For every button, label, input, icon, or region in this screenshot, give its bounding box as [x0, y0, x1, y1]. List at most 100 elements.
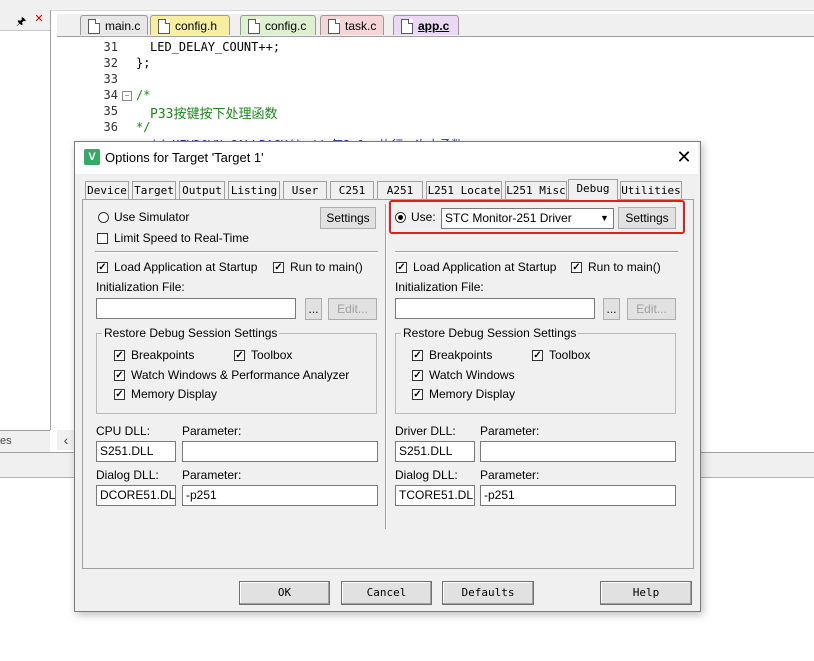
tab-device[interactable]: Device	[85, 181, 129, 199]
project-tab-label[interactable]: es	[0, 435, 12, 447]
load-app-checkbox[interactable]: ✓	[396, 262, 407, 273]
run-to-main-checkbox[interactable]: ✓	[273, 262, 284, 273]
defaults-button[interactable]: Defaults	[442, 581, 534, 605]
breakpoints-checkbox[interactable]: ✓	[412, 350, 423, 361]
chevron-down-icon[interactable]: ▼	[597, 210, 612, 227]
load-app-checkbox[interactable]: ✓	[97, 262, 108, 273]
watch-windows-label: Watch Windows	[429, 368, 515, 382]
use-driver-label: Use:	[411, 210, 436, 224]
cpu-dll-input[interactable]: S251.DLL	[96, 441, 176, 462]
line-number: 33	[103, 72, 118, 86]
line-number: 34	[103, 88, 118, 102]
memory-display-checkbox[interactable]: ✓	[412, 389, 423, 400]
watch-windows-checkbox[interactable]: ✓	[412, 370, 423, 381]
dialog-title: Options for Target 'Target 1'	[105, 150, 264, 165]
edit-button[interactable]: Edit...	[627, 298, 676, 320]
browse-button[interactable]: ...	[305, 298, 322, 320]
project-panel-header: 🖈 ✕	[0, 10, 50, 31]
editor-tab-config-h[interactable]: config.h	[150, 15, 230, 35]
tab-output[interactable]: Output	[179, 181, 225, 199]
cancel-button[interactable]: Cancel	[341, 581, 432, 605]
editor-tab-task-c[interactable]: task.c	[320, 15, 384, 35]
edit-button[interactable]: Edit...	[328, 298, 377, 320]
file-icon	[401, 19, 413, 34]
code-line: */	[136, 120, 151, 134]
init-file-label: Initialization File:	[96, 280, 185, 294]
pin-icon[interactable]: 🖈	[16, 13, 26, 32]
run-to-main-checkbox[interactable]: ✓	[571, 262, 582, 273]
browse-button[interactable]: ...	[603, 298, 620, 320]
simulator-settings-button[interactable]: Settings	[320, 207, 376, 229]
limit-speed-checkbox[interactable]	[97, 233, 108, 244]
init-file-input[interactable]	[395, 298, 595, 319]
memory-display-checkbox[interactable]: ✓	[114, 389, 125, 400]
toolbox-label: Toolbox	[549, 348, 591, 362]
restore-settings-title: Restore Debug Session Settings	[102, 326, 280, 340]
ok-button[interactable]: OK	[239, 581, 330, 605]
tab-l251-locate[interactable]: L251 Locate	[426, 181, 502, 199]
restore-settings-title: Restore Debug Session Settings	[401, 326, 579, 340]
file-icon	[158, 19, 170, 34]
driver-parameter-input[interactable]	[480, 441, 676, 462]
editor-tab-config-c[interactable]: config.c	[240, 15, 316, 35]
toolbox-label: Toolbox	[251, 348, 293, 362]
code-line: P33按键按下处理函数	[150, 107, 278, 122]
tab-l251-misc[interactable]: L251 Misc	[505, 181, 567, 199]
tab-utilities[interactable]: Utilities	[620, 181, 682, 199]
separator	[395, 251, 678, 253]
line-number: 32	[103, 56, 118, 70]
dialog-parameter-input[interactable]: -p251	[182, 485, 378, 506]
keil-icon: V	[84, 149, 100, 165]
use-driver-radio[interactable]	[395, 212, 406, 223]
cpu-parameter-input[interactable]	[182, 441, 378, 462]
cpu-parameter-label: Parameter:	[182, 424, 242, 438]
tab-user[interactable]: User	[283, 181, 327, 199]
use-simulator-label: Use Simulator	[114, 210, 190, 224]
breakpoints-label: Breakpoints	[131, 348, 195, 362]
init-file-input[interactable]	[96, 298, 296, 319]
breakpoints-checkbox[interactable]: ✓	[114, 350, 125, 361]
line-number: 36	[103, 120, 118, 134]
fold-toggle-icon[interactable]: −	[122, 91, 132, 101]
separator	[95, 251, 378, 253]
close-icon[interactable]: ✕	[33, 13, 45, 25]
project-panel-tabs: es	[0, 430, 50, 453]
editor-tab-app-c[interactable]: app.c	[393, 15, 459, 35]
close-icon[interactable]: ✕	[674, 147, 694, 167]
help-button[interactable]: Help	[600, 581, 692, 605]
tab-a251[interactable]: A251	[377, 181, 423, 199]
driver-select[interactable]: STC Monitor-251 Driver ▼	[441, 208, 614, 229]
watch-windows-label: Watch Windows & Performance Analyzer	[131, 368, 350, 382]
tab-debug[interactable]: Debug	[568, 179, 618, 200]
dialog-parameter-label: Parameter:	[480, 468, 540, 482]
use-simulator-radio[interactable]	[98, 212, 109, 223]
column-divider	[385, 204, 387, 529]
driver-dll-input[interactable]: S251.DLL	[395, 441, 475, 462]
ide-toolbar	[0, 0, 814, 11]
dialog-parameter-label: Parameter:	[182, 468, 242, 482]
load-app-label: Load Application at Startup	[114, 260, 258, 274]
driver-dll-label: Driver DLL:	[395, 424, 456, 438]
toolbox-checkbox[interactable]: ✓	[532, 350, 543, 361]
memory-display-label: Memory Display	[429, 387, 516, 401]
dialog-parameter-input[interactable]: -p251	[480, 485, 676, 506]
toolbox-checkbox[interactable]: ✓	[234, 350, 245, 361]
load-app-label: Load Application at Startup	[413, 260, 557, 274]
tab-c251[interactable]: C251	[330, 181, 374, 199]
line-number: 35	[103, 104, 118, 118]
tab-listing[interactable]: Listing	[228, 181, 280, 199]
file-icon	[328, 19, 340, 34]
dialog-dll-input[interactable]: DCORE51.DLL	[96, 485, 176, 506]
driver-settings-button[interactable]: Settings	[618, 207, 676, 229]
breakpoints-label: Breakpoints	[429, 348, 493, 362]
tab-target[interactable]: Target	[132, 181, 176, 199]
editor-tab-main-c[interactable]: main.c	[80, 15, 148, 35]
watch-windows-checkbox[interactable]: ✓	[114, 370, 125, 381]
scroll-left-icon[interactable]: ‹	[57, 430, 75, 450]
init-file-label: Initialization File:	[395, 280, 484, 294]
dialog-dll-label: Dialog DLL:	[96, 468, 159, 482]
dialog-dll-label: Dialog DLL:	[395, 468, 458, 482]
dialog-dll-input[interactable]: TCORE51.DLL	[395, 485, 475, 506]
run-to-main-label: Run to main()	[290, 260, 363, 274]
limit-speed-label: Limit Speed to Real-Time	[114, 231, 249, 245]
